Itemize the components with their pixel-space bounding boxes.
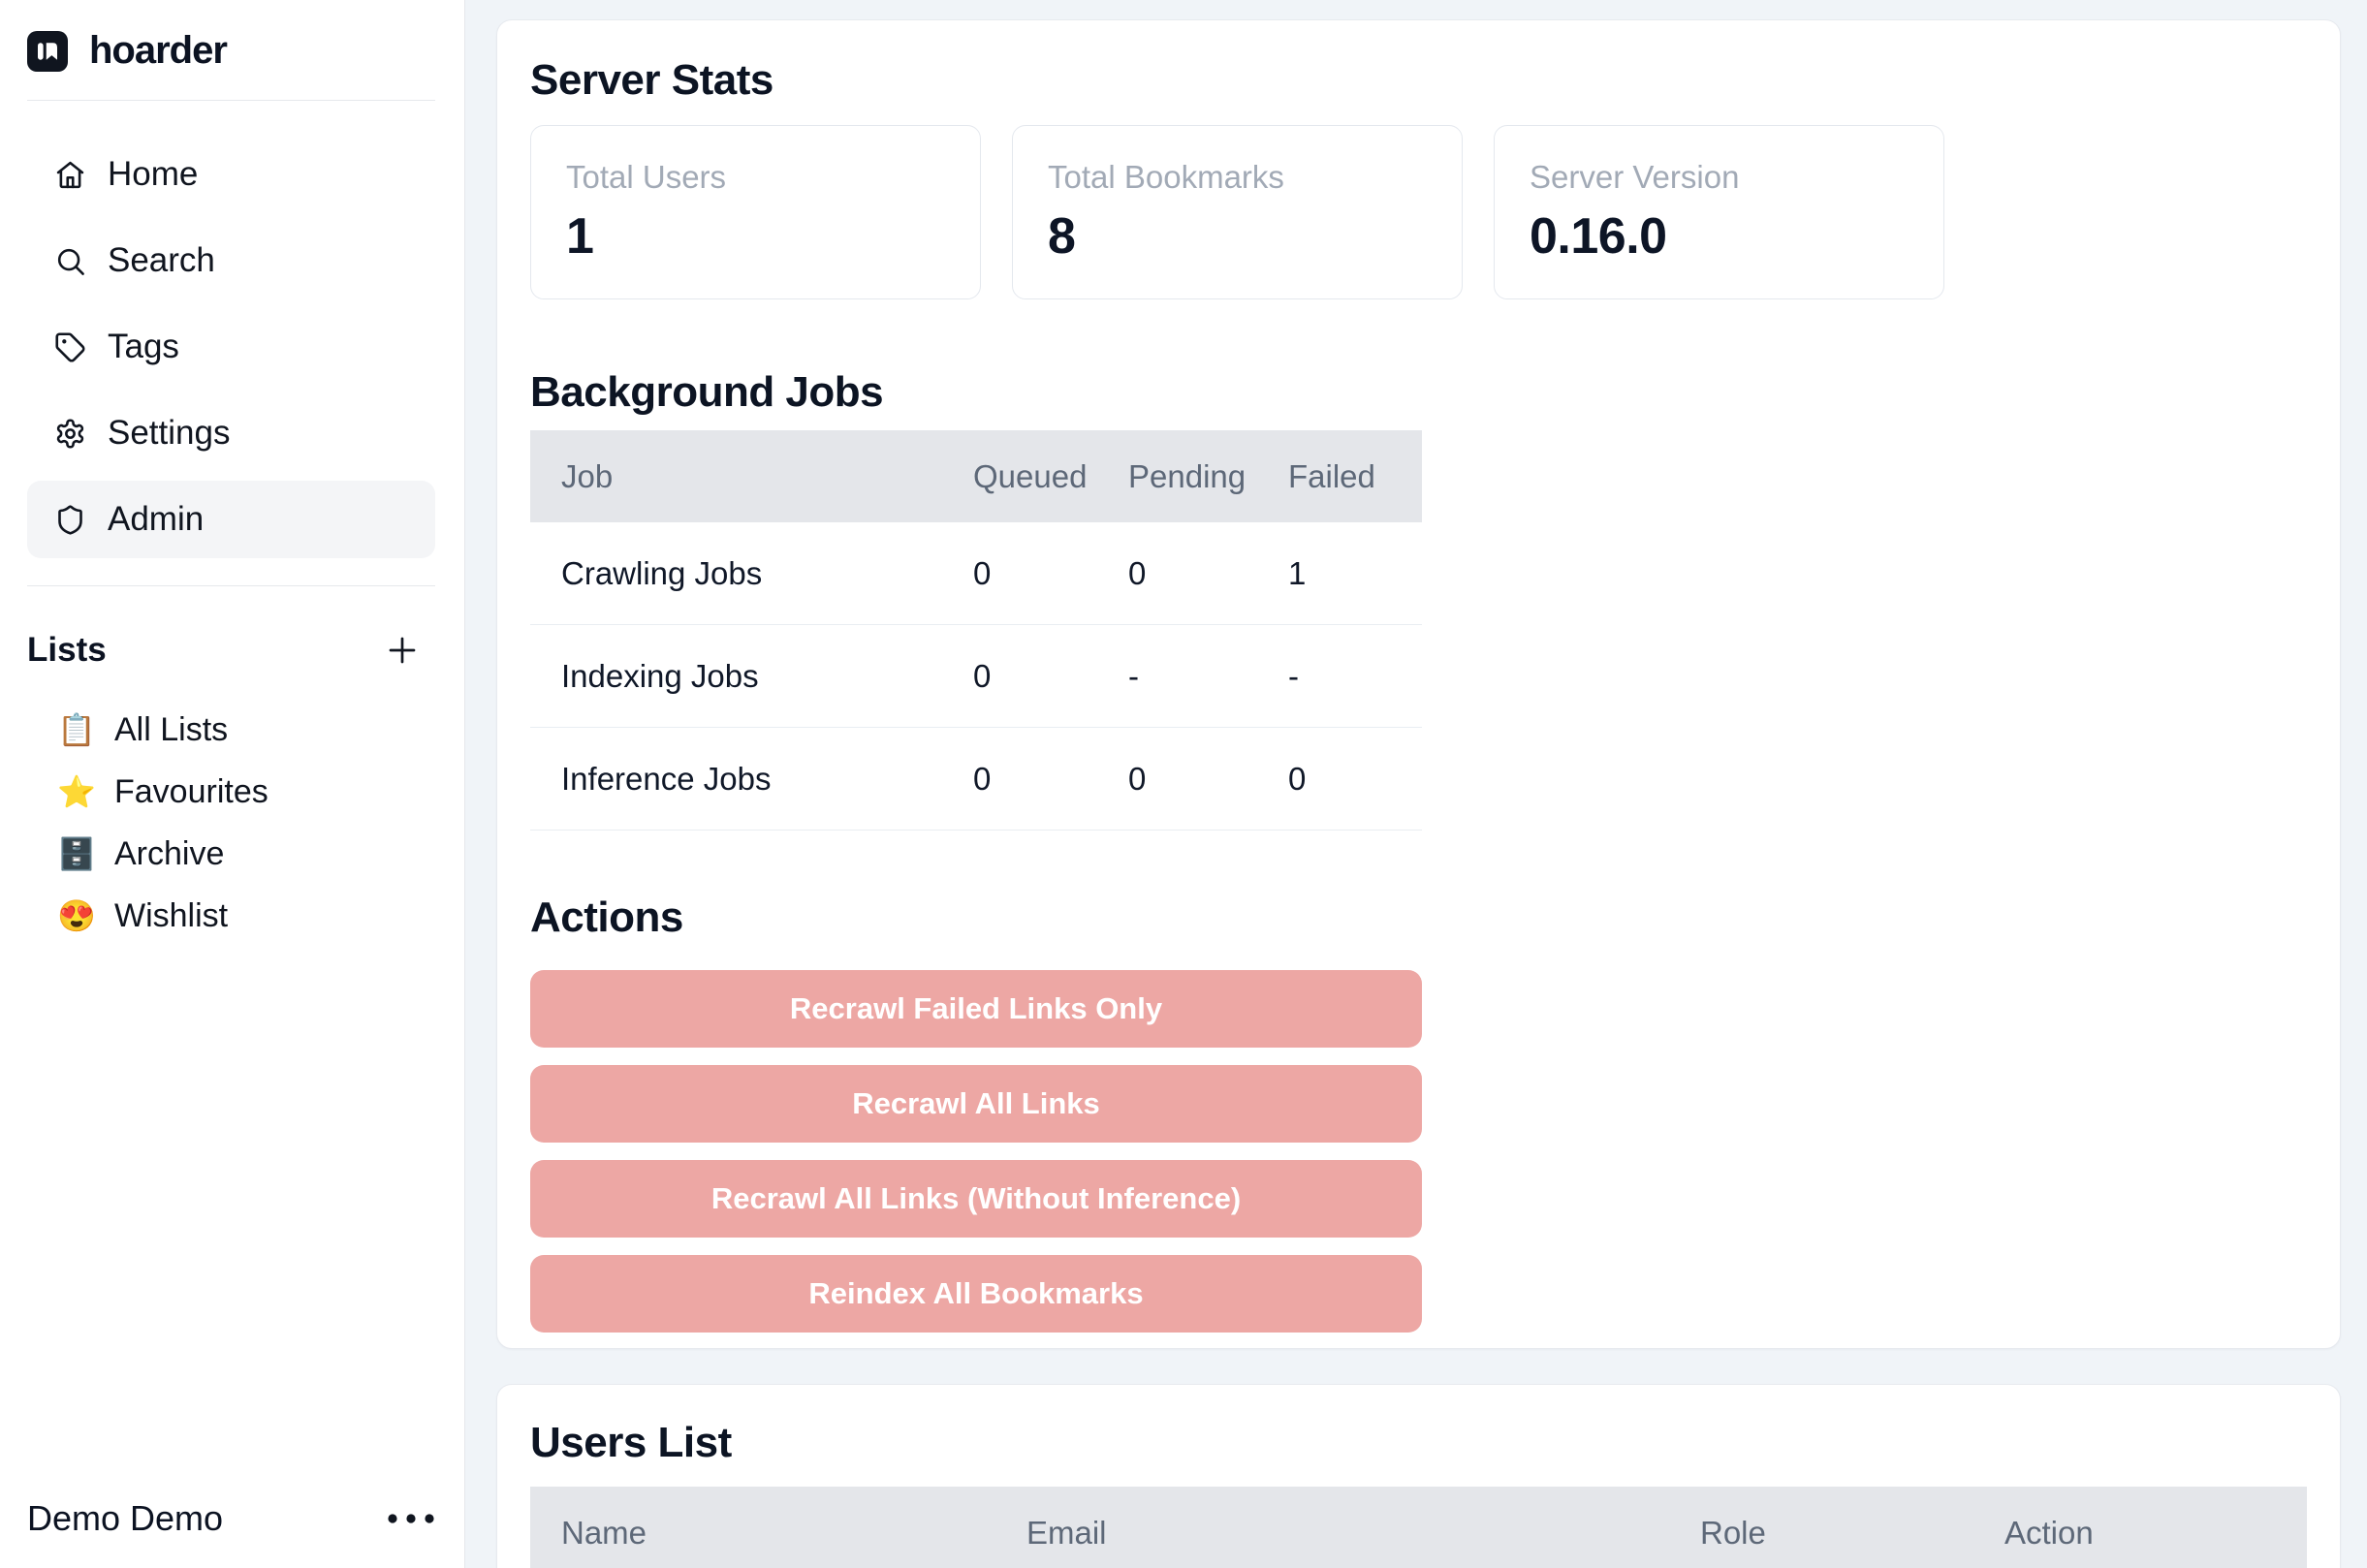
lists-title: Lists <box>27 631 107 670</box>
sidebar-user-row: Demo Demo <box>27 1498 435 1539</box>
column-header-failed: Failed <box>1257 458 1422 495</box>
sidebar-item-settings[interactable]: Settings <box>27 394 435 472</box>
jobs-table-header: Job Queued Pending Failed <box>530 430 1422 522</box>
job-pending: 0 <box>1097 761 1257 798</box>
lists-items: 📋 All Lists ⭐ Favourites 🗄️ Archive 😍 Wi… <box>27 699 435 947</box>
table-row: Inference Jobs 0 0 0 <box>530 728 1422 831</box>
search-icon <box>54 245 86 277</box>
job-queued: 0 <box>942 555 1097 592</box>
star-emoji-icon: ⭐ <box>56 773 97 810</box>
job-name: Inference Jobs <box>530 761 942 798</box>
sidebar: hoarder Home Search Tags <box>0 0 465 1568</box>
add-list-button[interactable] <box>381 629 424 672</box>
list-item-label: All Lists <box>114 711 228 749</box>
server-stats-cards: Total Users 1 Total Bookmarks 8 Server V… <box>530 125 2307 299</box>
lists-header: Lists <box>27 629 435 672</box>
users-list-card: Users List Name Email Role Action <box>496 1384 2341 1568</box>
job-name: Crawling Jobs <box>530 555 942 592</box>
sidebar-item-home[interactable]: Home <box>27 136 435 213</box>
table-row: Crawling Jobs 0 0 1 <box>530 522 1422 625</box>
cabinet-emoji-icon: 🗄️ <box>56 835 97 872</box>
stat-label: Server Version <box>1530 159 1909 196</box>
recrawl-all-links-without-inference-button[interactable]: Recrawl All Links (Without Inference) <box>530 1160 1422 1238</box>
table-row: Indexing Jobs 0 - - <box>530 625 1422 728</box>
sidebar-item-search[interactable]: Search <box>27 222 435 299</box>
job-pending: 0 <box>1097 555 1257 592</box>
stat-card-total-bookmarks: Total Bookmarks 8 <box>1012 125 1463 299</box>
sidebar-item-label: Search <box>108 241 215 280</box>
column-header-pending: Pending <box>1097 458 1257 495</box>
users-table-header: Name Email Role Action <box>530 1487 2307 1568</box>
stat-value: 0.16.0 <box>1530 207 1909 266</box>
list-item-label: Wishlist <box>114 897 228 935</box>
job-failed: 1 <box>1257 555 1422 592</box>
job-failed: - <box>1257 658 1422 695</box>
stat-card-server-version: Server Version 0.16.0 <box>1494 125 1944 299</box>
job-pending: - <box>1097 658 1257 695</box>
sidebar-item-label: Home <box>108 155 198 194</box>
column-header-email: Email <box>995 1515 1669 1552</box>
ellipsis-icon <box>387 1513 435 1524</box>
sidebar-item-label: Admin <box>108 500 204 539</box>
gear-icon <box>54 418 86 450</box>
list-item-label: Archive <box>114 835 224 873</box>
clipboard-emoji-icon: 📋 <box>56 711 97 748</box>
column-header-job: Job <box>530 458 942 495</box>
job-failed: 0 <box>1257 761 1422 798</box>
stat-value: 8 <box>1048 207 1427 266</box>
column-header-queued: Queued <box>942 458 1097 495</box>
sidebar-divider-top <box>27 100 435 101</box>
admin-panel-card: Server Stats Total Users 1 Total Bookmar… <box>496 19 2341 1349</box>
main-content: Server Stats Total Users 1 Total Bookmar… <box>465 0 2367 1568</box>
stat-label: Total Bookmarks <box>1048 159 1427 196</box>
stat-value: 1 <box>566 207 945 266</box>
sidebar-item-label: Tags <box>108 328 179 366</box>
list-item-label: Favourites <box>114 773 268 811</box>
recrawl-failed-links-button[interactable]: Recrawl Failed Links Only <box>530 970 1422 1048</box>
job-queued: 0 <box>942 658 1097 695</box>
actions-buttons: Recrawl Failed Links Only Recrawl All Li… <box>530 970 1422 1333</box>
sidebar-item-label: Settings <box>108 414 230 453</box>
background-jobs-title: Background Jobs <box>530 367 2307 418</box>
heart-eyes-emoji-icon: 😍 <box>56 897 97 934</box>
user-name: Demo Demo <box>27 1498 223 1539</box>
list-item-wishlist[interactable]: 😍 Wishlist <box>27 885 435 947</box>
sidebar-item-admin[interactable]: Admin <box>27 481 435 558</box>
column-header-role: Role <box>1669 1515 1973 1552</box>
column-header-action: Action <box>1973 1515 2307 1552</box>
sidebar-item-tags[interactable]: Tags <box>27 308 435 386</box>
stat-label: Total Users <box>566 159 945 196</box>
app-title: hoarder <box>89 29 227 73</box>
column-header-name: Name <box>530 1515 995 1552</box>
user-menu-button[interactable] <box>387 1513 435 1524</box>
job-name: Indexing Jobs <box>530 658 942 695</box>
recrawl-all-links-button[interactable]: Recrawl All Links <box>530 1065 1422 1143</box>
sidebar-divider-lists <box>27 585 435 586</box>
shield-icon <box>54 504 86 536</box>
hoarder-bookmark-icon <box>27 31 68 72</box>
plus-icon <box>385 633 420 668</box>
server-stats-title: Server Stats <box>530 55 2307 106</box>
users-list-title: Users List <box>530 1418 2307 1468</box>
sidebar-nav: Home Search Tags Settings <box>27 136 435 558</box>
list-item-archive[interactable]: 🗄️ Archive <box>27 823 435 885</box>
background-jobs-table: Job Queued Pending Failed Crawling Jobs … <box>530 430 1422 831</box>
app-logo[interactable]: hoarder <box>27 29 435 73</box>
actions-title: Actions <box>530 893 2307 943</box>
tag-icon <box>54 331 86 363</box>
job-queued: 0 <box>942 761 1097 798</box>
reindex-all-bookmarks-button[interactable]: Reindex All Bookmarks <box>530 1255 1422 1333</box>
stat-card-total-users: Total Users 1 <box>530 125 981 299</box>
users-table: Name Email Role Action <box>530 1487 2307 1568</box>
list-item-all-lists[interactable]: 📋 All Lists <box>27 699 435 761</box>
home-icon <box>54 159 86 191</box>
list-item-favourites[interactable]: ⭐ Favourites <box>27 761 435 823</box>
